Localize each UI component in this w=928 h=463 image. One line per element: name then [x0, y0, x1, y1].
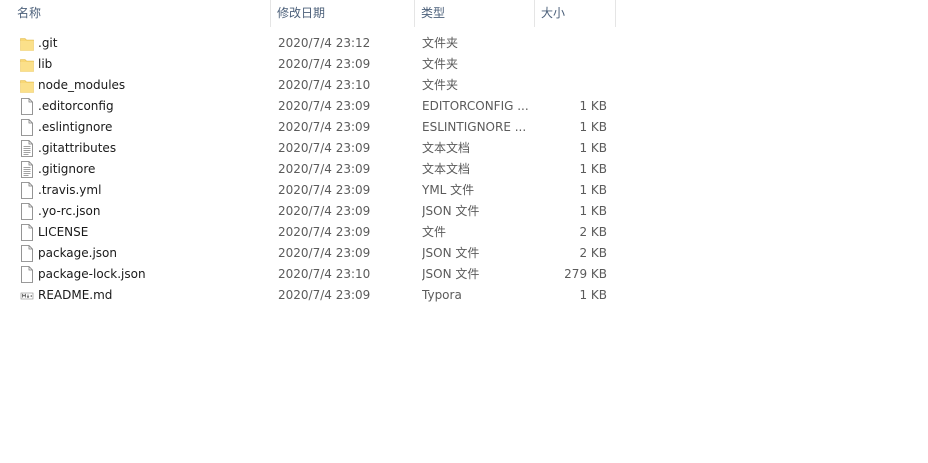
- file-name: lib: [38, 57, 53, 71]
- file-type: EDITORCONFIG ...: [422, 99, 529, 113]
- file-size: 1 KB: [579, 120, 607, 134]
- file-row[interactable]: .eslintignore 2020/7/4 23:09 ESLINTIGNORE …: [0, 117, 616, 138]
- file-size: 279 KB: [564, 267, 607, 281]
- file-row[interactable]: .gitignore 2020/7/4 23:09 文本文档 1 KB: [0, 159, 616, 180]
- markdown-file-icon: [20, 287, 34, 304]
- file-name: .gitattributes: [38, 141, 117, 155]
- column-header-type[interactable]: 类型: [415, 0, 535, 27]
- file-row[interactable]: package-lock.json 2020/7/4 23:10 JSON 文件 27…: [0, 264, 616, 285]
- sort-ascending-icon: [136, 0, 148, 2]
- file-date-modified: 2020/7/4 23:09: [278, 204, 371, 218]
- folder-icon: [20, 77, 34, 94]
- file-date-modified: 2020/7/4 23:09: [278, 183, 371, 197]
- file-size: 1 KB: [579, 288, 607, 302]
- file-size: 2 KB: [579, 246, 607, 260]
- file-name: package.json: [38, 246, 118, 260]
- file-date-modified: 2020/7/4 23:09: [278, 162, 371, 176]
- column-header-name-label: 名称: [17, 6, 42, 20]
- file-type: 文件: [422, 225, 447, 239]
- column-header-date[interactable]: 修改日期: [271, 0, 415, 27]
- file-date-modified: 2020/7/4 23:10: [278, 78, 371, 92]
- file-icon: [20, 224, 34, 241]
- column-header-size[interactable]: 大小: [535, 0, 616, 27]
- file-name: node_modules: [38, 78, 126, 92]
- file-row[interactable]: LICENSE 2020/7/4 23:09 文件 2 KB: [0, 222, 616, 243]
- file-icon: [20, 245, 34, 262]
- file-row[interactable]: .gitattributes 2020/7/4 23:09 文本文档 1 KB: [0, 138, 616, 159]
- file-row[interactable]: node_modules 2020/7/4 23:10 文件夹: [0, 75, 616, 96]
- file-size: 1 KB: [579, 141, 607, 155]
- file-type: 文件夹: [422, 78, 459, 92]
- column-header-type-label: 类型: [421, 6, 446, 20]
- file-type: JSON 文件: [422, 267, 480, 281]
- file-list: .git 2020/7/4 23:12 文件夹 lib 2020/7/4 23:09 文件…: [0, 33, 616, 306]
- file-date-modified: 2020/7/4 23:09: [278, 246, 371, 260]
- file-date-modified: 2020/7/4 23:12: [278, 36, 371, 50]
- file-icon: [20, 119, 34, 136]
- file-name: .yo-rc.json: [38, 204, 101, 218]
- file-name: README.md: [38, 288, 113, 302]
- file-type: 文本文档: [422, 162, 471, 176]
- column-header-name[interactable]: 名称: [0, 0, 271, 27]
- file-name: .git: [38, 36, 58, 50]
- text-file-icon: [20, 161, 34, 178]
- file-icon: [20, 203, 34, 220]
- file-type: 文件夹: [422, 57, 459, 71]
- folder-icon: [20, 56, 34, 73]
- file-explorer-view: 名称 修改日期 类型 大小 .git 2020/7/4 23:12 文件夹 lib 20…: [0, 0, 928, 463]
- file-size: 1 KB: [579, 204, 607, 218]
- file-type: ESLINTIGNORE ...: [422, 120, 527, 134]
- file-row[interactable]: .yo-rc.json 2020/7/4 23:09 JSON 文件 1 KB: [0, 201, 616, 222]
- file-size: 1 KB: [579, 183, 607, 197]
- file-size: 1 KB: [579, 99, 607, 113]
- file-name: LICENSE: [38, 225, 89, 239]
- file-icon: [20, 98, 34, 115]
- file-type: 文件夹: [422, 36, 459, 50]
- file-row[interactable]: .editorconfig 2020/7/4 23:09 EDITORCONFIG …: [0, 96, 616, 117]
- file-date-modified: 2020/7/4 23:10: [278, 267, 371, 281]
- column-header-date-label: 修改日期: [277, 6, 326, 20]
- file-row[interactable]: .travis.yml 2020/7/4 23:09 YML 文件 1 KB: [0, 180, 616, 201]
- file-date-modified: 2020/7/4 23:09: [278, 120, 371, 134]
- file-date-modified: 2020/7/4 23:09: [278, 99, 371, 113]
- column-header-size-label: 大小: [541, 6, 566, 20]
- file-date-modified: 2020/7/4 23:09: [278, 57, 371, 71]
- file-name: .gitignore: [38, 162, 96, 176]
- folder-icon: [20, 35, 34, 52]
- file-name: package-lock.json: [38, 267, 146, 281]
- text-file-icon: [20, 140, 34, 157]
- file-icon: [20, 182, 34, 199]
- column-header-bar: 名称 修改日期 类型 大小: [0, 0, 616, 27]
- file-type: JSON 文件: [422, 246, 480, 260]
- file-date-modified: 2020/7/4 23:09: [278, 288, 371, 302]
- file-type: JSON 文件: [422, 204, 480, 218]
- file-row[interactable]: .git 2020/7/4 23:12 文件夹: [0, 33, 616, 54]
- file-size: 2 KB: [579, 225, 607, 239]
- file-size: 1 KB: [579, 162, 607, 176]
- file-type: 文本文档: [422, 141, 471, 155]
- file-date-modified: 2020/7/4 23:09: [278, 141, 371, 155]
- file-type: YML 文件: [422, 183, 475, 197]
- file-name: .editorconfig: [38, 99, 114, 113]
- file-row[interactable]: README.md 2020/7/4 23:09 Typora 1 KB: [0, 285, 616, 306]
- file-icon: [20, 266, 34, 283]
- file-type: Typora: [422, 288, 462, 302]
- file-row[interactable]: package.json 2020/7/4 23:09 JSON 文件 2 KB: [0, 243, 616, 264]
- file-row[interactable]: lib 2020/7/4 23:09 文件夹: [0, 54, 616, 75]
- file-name: .travis.yml: [38, 183, 102, 197]
- file-name: .eslintignore: [38, 120, 113, 134]
- file-date-modified: 2020/7/4 23:09: [278, 225, 371, 239]
